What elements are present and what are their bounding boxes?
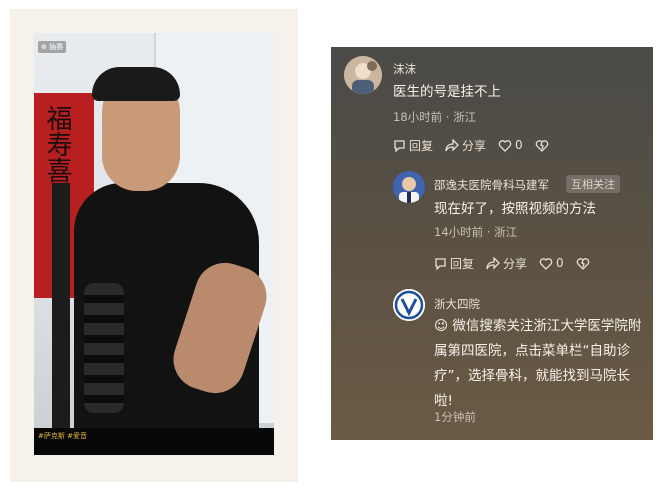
- performer-hair: [92, 67, 180, 101]
- dislike-button[interactable]: [535, 139, 552, 152]
- comment-line: 属第四医院，点击菜单栏“自助诊: [434, 343, 630, 359]
- share-label: 分享: [503, 256, 528, 271]
- avatar[interactable]: [393, 171, 425, 203]
- reply-button[interactable]: 回复: [393, 137, 433, 154]
- heart-icon: [539, 257, 553, 270]
- mutual-follow-badge: 互相关注: [566, 175, 620, 193]
- broken-heart-icon: [535, 139, 548, 152]
- comment-line: 😉 微信搜索关注浙江大学医学院附: [434, 318, 642, 334]
- share-icon: [486, 256, 500, 270]
- saxophone-keys: [84, 283, 124, 413]
- share-icon: [445, 138, 459, 152]
- share-button[interactable]: 分享: [445, 137, 486, 154]
- video-hashtags[interactable]: #萨克斯 #爱音: [38, 431, 87, 441]
- comment-actions: 回复 分享 0: [393, 136, 564, 154]
- user-avatar-image: [344, 56, 382, 94]
- avatar[interactable]: [344, 56, 382, 94]
- video-player[interactable]: 福寿喜 ⊕ 抽赛: [34, 33, 274, 455]
- comments-panel: 沫沫 医生的号是挂不上 18小时前 · 浙江 回复 分享 0 邵逸夫医院骨科马建…: [331, 47, 653, 440]
- comment-text: 现在好了，按照视频的方法: [434, 201, 596, 217]
- broken-heart-icon: [576, 257, 589, 270]
- heart-icon: [498, 139, 512, 152]
- like-button[interactable]: 0: [539, 256, 564, 270]
- comment-meta: 18小时前 · 浙江: [393, 110, 477, 124]
- comment-text: 😉 微信搜索关注浙江大学医学院附 属第四医院，点击菜单栏“自助诊 疗”，选择骨科…: [434, 314, 649, 414]
- reply-button[interactable]: 回复: [434, 255, 474, 272]
- comment-line: 疗”，选择骨科，就能找到马院长: [434, 368, 630, 384]
- commenter-name[interactable]: 沫沫: [393, 61, 416, 77]
- comment-actions: 回复 分享 0: [434, 254, 605, 272]
- avatar[interactable]: [393, 289, 425, 321]
- reply-icon: [435, 257, 446, 270]
- like-button[interactable]: 0: [498, 138, 523, 152]
- doctor-avatar-image: [393, 171, 425, 203]
- comment-meta: 1分钟前: [434, 410, 476, 424]
- comment-meta: 14小时前 · 浙江: [434, 225, 518, 239]
- dislike-button[interactable]: [576, 257, 593, 270]
- share-button[interactable]: 分享: [486, 255, 527, 272]
- reply-label: 回复: [450, 256, 475, 271]
- video-corner-tag: ⊕ 抽赛: [38, 41, 67, 53]
- like-count: 0: [556, 256, 564, 270]
- like-count: 0: [515, 138, 523, 152]
- poster-text: 福寿喜: [42, 105, 72, 183]
- share-label: 分享: [462, 138, 487, 153]
- reply-icon: [394, 139, 405, 152]
- commenter-name[interactable]: 邵逸夫医院骨科马建军: [434, 177, 549, 193]
- wink-emoji-icon: 😉: [434, 318, 449, 334]
- commenter-name[interactable]: 浙大四院: [434, 296, 480, 312]
- reply-label: 回复: [409, 138, 434, 153]
- hospital-logo-icon: [393, 289, 425, 321]
- comment-text: 医生的号是挂不上: [393, 84, 501, 100]
- video-caption-bar: #萨克斯 #爱音: [34, 428, 274, 455]
